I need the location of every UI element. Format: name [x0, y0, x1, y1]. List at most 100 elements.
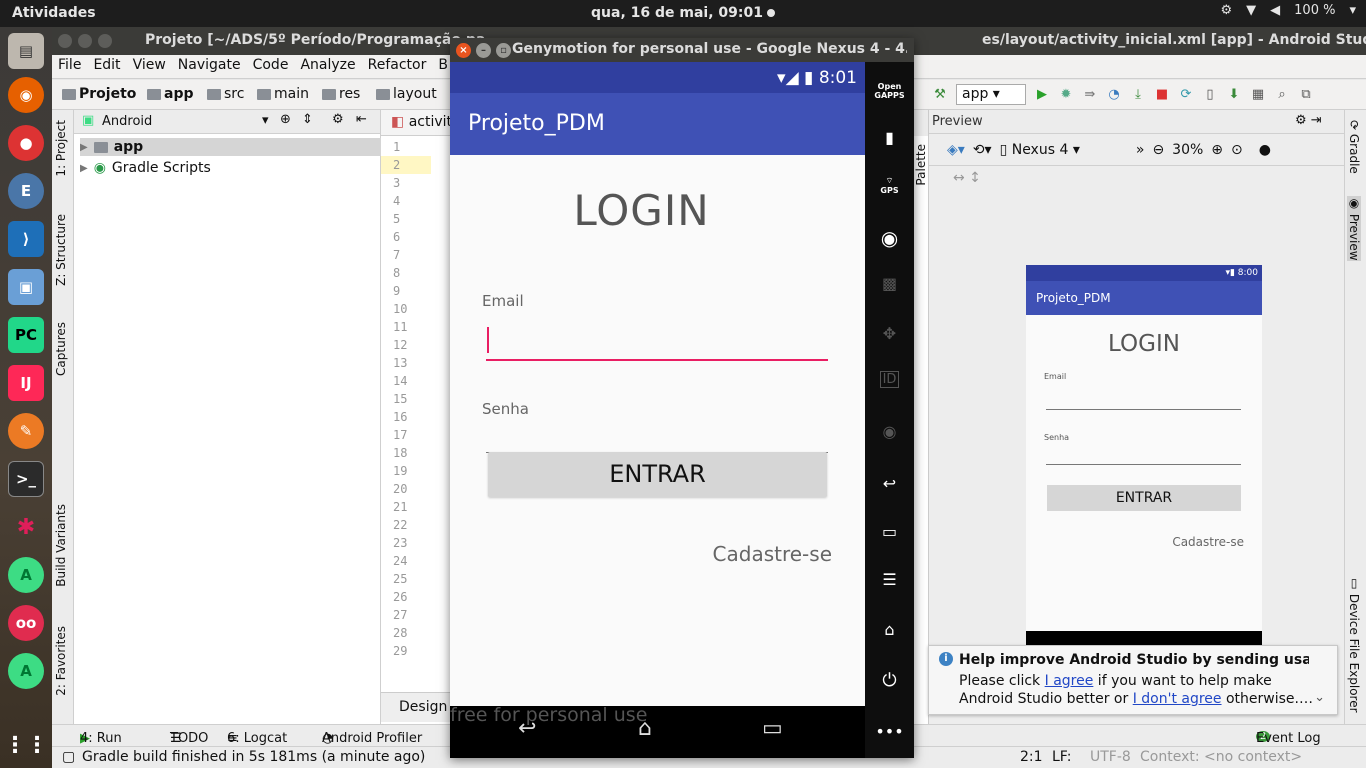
favorites-tool-tab[interactable]: 2: Favorites [54, 626, 68, 696]
postman-icon[interactable]: ✎ [8, 413, 44, 449]
debug-icon[interactable]: ✹ [1058, 87, 1074, 103]
virtualbox-icon[interactable]: ▣ [8, 269, 44, 305]
orientation-icon[interactable]: ⟲▾ [973, 142, 992, 158]
structure-tool-tab[interactable]: Z: Structure [54, 214, 68, 286]
layout-inspector-icon[interactable]: ⧉ [1298, 87, 1314, 103]
minimize-window-button[interactable] [78, 34, 92, 48]
webcam-icon[interactable]: ◉ [865, 226, 914, 250]
zoom-out-icon[interactable]: ⊖ [1152, 142, 1164, 158]
zoom-fit-icon[interactable]: ⊙ [1231, 142, 1243, 158]
side-menu-icon[interactable]: ☰ [865, 570, 914, 589]
remote-control-icon[interactable]: ✥ [865, 324, 914, 343]
zoom-in-icon[interactable]: ⊕ [1211, 142, 1223, 158]
open-gapps-button[interactable]: Open GAPPS [865, 82, 914, 100]
more-options-icon[interactable]: ••• [865, 722, 914, 741]
agree-link[interactable]: I agree [1045, 673, 1094, 689]
preview-tool-tab[interactable]: ◉ Preview [1347, 196, 1361, 261]
side-back-icon[interactable]: ↩ [865, 474, 914, 493]
caret-position[interactable]: 2:1 [1020, 749, 1043, 765]
more-icon[interactable]: » [1136, 142, 1145, 158]
menu-file[interactable]: File [52, 55, 87, 78]
tree-item-app[interactable]: ▶ app [80, 138, 381, 156]
side-home-icon[interactable]: ⌂ [865, 620, 914, 639]
maximize-window-button[interactable] [98, 34, 112, 48]
files-icon[interactable]: ▤ [8, 33, 44, 69]
pgadmin-icon[interactable]: E [8, 173, 44, 209]
intellij-icon[interactable]: IJ [8, 365, 44, 401]
palette-tab[interactable]: Palette [914, 144, 928, 186]
cadastre-se-link[interactable]: Cadastre-se [713, 542, 832, 566]
slack-icon[interactable]: ✱ [8, 509, 44, 545]
sdk-manager-icon[interactable]: ⬇ [1226, 87, 1242, 103]
email-field[interactable] [486, 317, 828, 362]
breadcrumb-res[interactable]: res [322, 86, 360, 102]
design-tab[interactable]: Design [381, 692, 450, 722]
apply-changes-icon[interactable]: ⤓ [1130, 87, 1146, 103]
entrar-button[interactable]: ENTRAR [488, 452, 827, 497]
system-tray[interactable]: ⚙ ▼ ◀ 100 % ▾ [1221, 3, 1357, 18]
run-icon[interactable]: ▶ [1034, 87, 1050, 103]
resize-icons[interactable]: ↔ ↕ [953, 170, 981, 186]
search-icon[interactable]: ⌕ [1274, 87, 1290, 103]
recents-nav-icon[interactable]: ▭ [762, 716, 783, 741]
home-nav-icon[interactable]: ⌂ [638, 716, 652, 741]
side-recent-icon[interactable]: ▭ [865, 522, 914, 541]
terminal-icon[interactable]: >_ [8, 461, 44, 497]
breadcrumb-projeto[interactable]: Projeto [62, 86, 136, 102]
menu-navigate[interactable]: Navigate [172, 55, 247, 78]
device-file-explorer-tab[interactable]: ▯ Device File Explorer [1347, 576, 1361, 713]
run-config-select[interactable]: app ▾ [956, 84, 1026, 105]
menu-code[interactable]: Code [247, 55, 295, 78]
layers-icon[interactable]: ◈▾ [947, 142, 965, 158]
android-studio-2-icon[interactable]: A [8, 653, 44, 689]
breadcrumb-src[interactable]: src [207, 86, 244, 102]
identifiers-button[interactable]: ID [865, 371, 914, 388]
expand-chevron-icon[interactable]: ⌄ [1314, 690, 1325, 705]
pycharm-icon[interactable]: PC [8, 317, 44, 353]
collapse-all-icon[interactable]: ⇕ [302, 112, 313, 127]
captures-tool-tab[interactable]: Captures [54, 322, 68, 376]
gradle-tool-tab[interactable]: ⟳ Gradle [1347, 120, 1361, 174]
status-message[interactable]: Gradle build finished in 5s 181ms (a min… [82, 749, 425, 765]
disk-io-icon[interactable]: ◉ [865, 422, 914, 441]
hide-panel-icon[interactable]: ⇤ [356, 112, 367, 127]
genymotion-minimize-button[interactable]: – [476, 43, 491, 58]
warning-icon[interactable]: ● [1259, 142, 1271, 158]
power-icon[interactable]: ⏻ [865, 670, 914, 691]
tree-item-gradle-scripts[interactable]: ▶ ◉ Gradle Scripts [80, 160, 211, 176]
sync-scroll-icon[interactable]: ⊕ [280, 112, 291, 127]
genymotion-icon[interactable]: oo [8, 605, 44, 641]
build-hammer-icon[interactable]: ⚒ [932, 87, 948, 103]
project-view-selector[interactable]: ▣ Android ▾ ⊕ ⇕ ⚙ ⇤ [74, 110, 380, 134]
show-apps-icon[interactable]: ⋮⋮ [4, 727, 48, 763]
encoding[interactable]: UTF-8 [1090, 749, 1131, 765]
stop-icon[interactable]: ■ [1154, 87, 1170, 103]
battery-widget-icon[interactable]: ▮ [865, 128, 914, 147]
project-tool-tab[interactable]: 1: Project [54, 120, 68, 177]
profile-icon[interactable]: ◔ [1106, 87, 1122, 103]
project-structure-icon[interactable]: ▦ [1250, 87, 1266, 103]
menu-view[interactable]: View [127, 55, 172, 78]
password-field[interactable] [486, 412, 828, 457]
editor-tab-activity[interactable]: ◧ activit [381, 110, 450, 136]
screencast-icon[interactable]: ▩ [865, 274, 914, 293]
menu-refactor[interactable]: Refactor [362, 55, 433, 78]
build-variants-tool-tab[interactable]: Build Variants [54, 504, 68, 587]
genymotion-close-button[interactable]: × [456, 43, 471, 58]
genymotion-maximize-button[interactable]: ▫ [496, 43, 511, 58]
menu-analyze[interactable]: Analyze [294, 55, 361, 78]
firefox-icon[interactable]: ◉ [8, 77, 44, 113]
preview-settings-icon[interactable]: ⚙ ⇥ [1295, 113, 1322, 128]
gps-widget-button[interactable]: ⌔ GPS [865, 176, 914, 195]
chrome-icon[interactable]: ● [8, 125, 44, 161]
breadcrumb-main[interactable]: main [257, 86, 309, 102]
breadcrumb-layout[interactable]: layout [376, 86, 437, 102]
vscode-icon[interactable]: ⟩ [8, 221, 44, 257]
android-studio-icon[interactable]: A [8, 557, 44, 593]
line-separator[interactable]: LF: [1052, 749, 1071, 765]
attach-debugger-icon[interactable]: ⇛ [1082, 87, 1098, 103]
breadcrumb-app[interactable]: app [147, 86, 194, 102]
settings-gear-icon[interactable]: ⚙ [332, 112, 344, 127]
avd-manager-icon[interactable]: ▯ [1202, 87, 1218, 103]
close-window-button[interactable] [58, 34, 72, 48]
